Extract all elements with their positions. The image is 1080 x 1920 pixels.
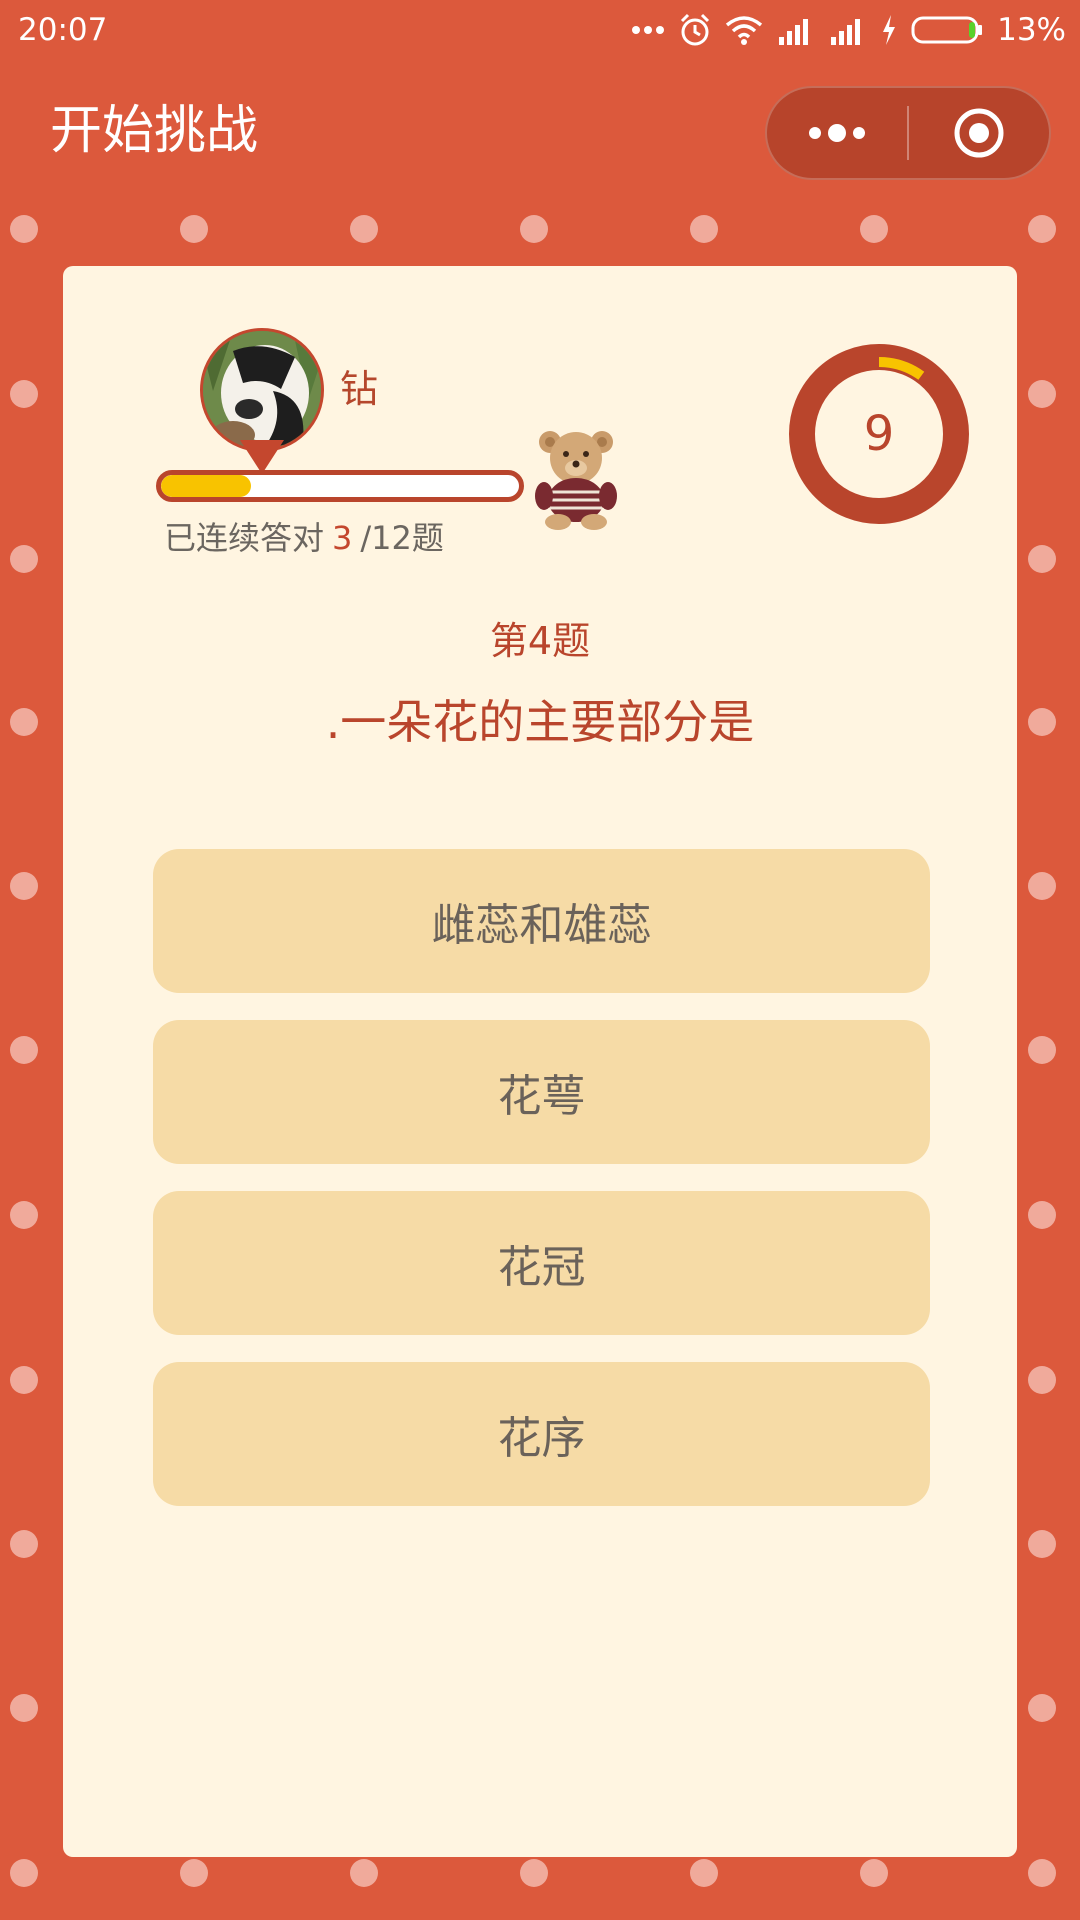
status-bar: 20:07 13%: [0, 0, 1080, 62]
answer-option-2[interactable]: 花萼: [153, 1020, 930, 1164]
target-close-icon: [954, 108, 1004, 158]
decorative-dot: [1028, 215, 1056, 243]
panda-avatar: [203, 331, 321, 449]
decorative-dot: [1028, 1036, 1056, 1064]
countdown-timer: 9: [789, 344, 969, 524]
decorative-dot: [10, 1201, 38, 1229]
decorative-dot: [1028, 1694, 1056, 1722]
decorative-dot: [10, 1694, 38, 1722]
streak-progress-fill: [161, 475, 251, 497]
quiz-card: 钻 已连续答对 3/12题 9 第4题 .一朵花的主要部分是 雌蕊和雄蕊 花萼 花…: [63, 266, 1017, 1857]
decorative-dot: [1028, 380, 1056, 408]
decorative-dot: [10, 1530, 38, 1558]
battery-icon: [911, 16, 983, 44]
question-text: .一朵花的主要部分是: [325, 695, 755, 749]
streak-status: 已连续答对 3/12题: [164, 518, 444, 558]
answer-option-4[interactable]: 花序: [153, 1362, 930, 1506]
streak-suffix: /12题: [360, 519, 444, 557]
decorative-dot: [1028, 1366, 1056, 1394]
decorative-dot: [690, 215, 718, 243]
decorative-dot: [10, 1036, 38, 1064]
more-dots-icon: [809, 124, 865, 142]
decorative-dot: [1028, 1859, 1056, 1887]
decorative-dot: [10, 215, 38, 243]
decorative-dot: [1028, 545, 1056, 573]
more-menu-button[interactable]: [767, 88, 907, 178]
more-dots-icon: [632, 26, 665, 34]
decorative-dot: [1028, 1201, 1056, 1229]
streak-count: 3: [332, 519, 353, 557]
decorative-dot: [1028, 872, 1056, 900]
status-icons: 13%: [631, 8, 1066, 52]
decorative-dot: [350, 215, 378, 243]
decorative-dot: [860, 1859, 888, 1887]
avatar-pin: [200, 328, 324, 476]
battery-percent: 13%: [997, 12, 1066, 48]
avatar: [200, 328, 324, 452]
decorative-dot: [690, 1859, 718, 1887]
decorative-dot: [10, 1366, 38, 1394]
page-title: 开始挑战: [50, 101, 259, 161]
streak-prefix: 已连续答对: [164, 519, 325, 557]
close-program-button[interactable]: [909, 88, 1049, 178]
status-time: 20:07: [18, 12, 108, 48]
charging-icon: [883, 15, 896, 45]
decorative-dot: [10, 545, 38, 573]
streak-progress-bar: [156, 470, 524, 502]
signal-icon: [831, 19, 861, 45]
answer-option-3[interactable]: 花冠: [153, 1191, 930, 1335]
decorative-dot: [180, 1859, 208, 1887]
alarm-icon: [681, 13, 710, 46]
timer-value: 9: [863, 406, 895, 462]
decorative-dot: [10, 872, 38, 900]
signal-icon: [779, 19, 809, 45]
user-name: 钻: [340, 367, 379, 411]
decorative-dot: [180, 215, 208, 243]
wifi-icon: [725, 16, 763, 45]
mini-program-capsule: [765, 86, 1051, 180]
decorative-dot: [1028, 708, 1056, 736]
decorative-dot: [10, 1859, 38, 1887]
teddy-bear-icon: [535, 431, 617, 530]
answer-option-1[interactable]: 雌蕊和雄蕊: [153, 849, 930, 993]
decorative-dot: [350, 1859, 378, 1887]
decorative-dot: [520, 215, 548, 243]
decorative-dot: [860, 215, 888, 243]
decorative-dot: [1028, 1530, 1056, 1558]
decorative-dot: [10, 708, 38, 736]
question-number: 第4题: [489, 619, 591, 663]
avatar-pin-tip: [240, 440, 284, 474]
decorative-dot: [10, 380, 38, 408]
title-bar: 开始挑战: [0, 62, 1080, 202]
decorative-dot: [520, 1859, 548, 1887]
